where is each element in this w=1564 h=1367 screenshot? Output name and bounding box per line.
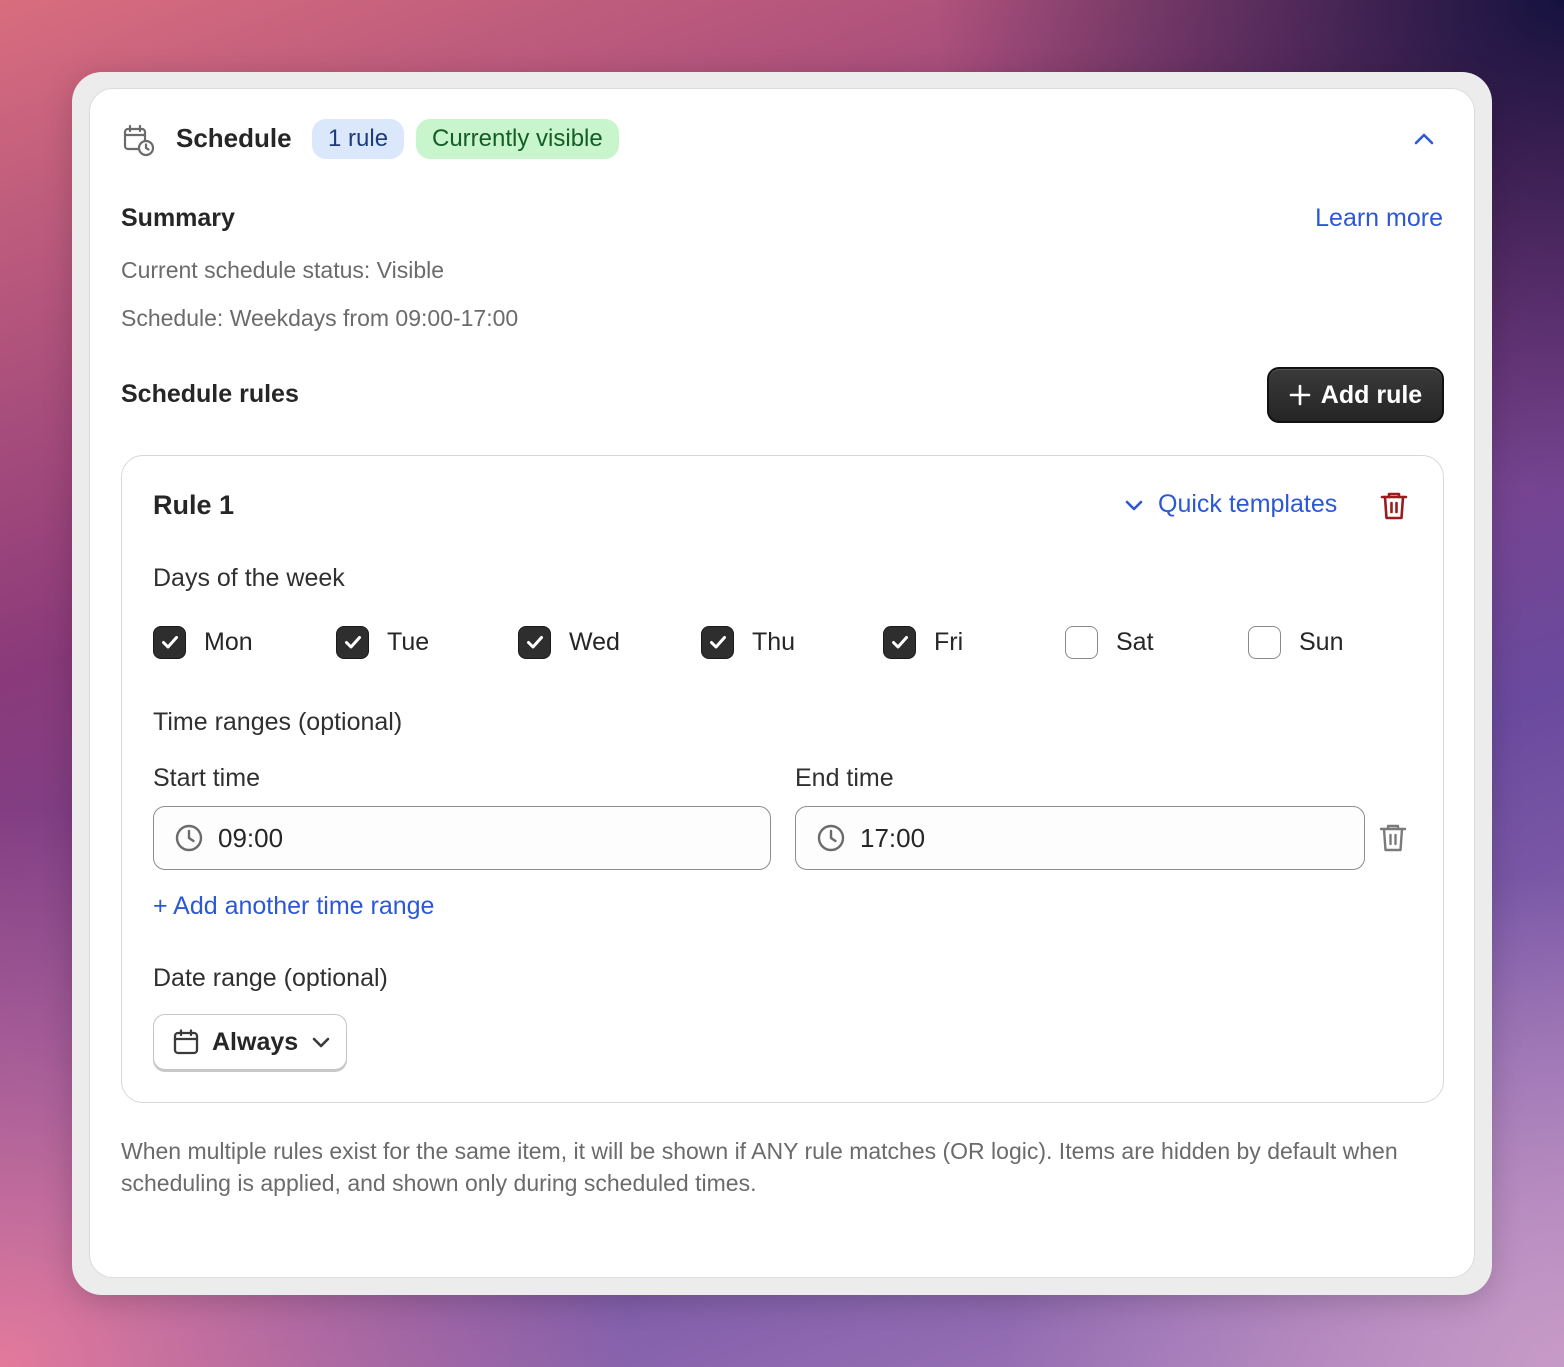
day-label: Sat <box>1116 627 1154 656</box>
checkbox[interactable] <box>1065 625 1098 659</box>
checkbox[interactable] <box>1248 625 1281 659</box>
start-time-input[interactable]: 09:00 <box>153 806 771 870</box>
add-rule-button[interactable]: Add rule <box>1267 367 1444 423</box>
day-label: Wed <box>569 627 620 656</box>
clock-icon <box>817 824 845 852</box>
chevron-down-icon <box>1125 500 1143 510</box>
add-rule-label: Add rule <box>1320 380 1423 409</box>
day-checkbox-sun[interactable]: Sun <box>1248 624 1343 660</box>
start-time-value: 09:00 <box>218 822 284 853</box>
checkbox[interactable] <box>883 625 916 659</box>
day-checkbox-thu[interactable]: Thu <box>701 624 795 660</box>
date-range-label: Date range (optional) <box>153 964 388 992</box>
date-range-value: Always <box>212 1027 299 1056</box>
day-checkbox-sat[interactable]: Sat <box>1065 624 1154 660</box>
schedule-rules-heading: Schedule rules <box>121 380 299 408</box>
checkmark-icon <box>161 636 178 649</box>
day-checkbox-wed[interactable]: Wed <box>518 624 620 660</box>
quick-templates-toggle[interactable]: Quick templates <box>1122 490 1337 519</box>
checkmark-icon <box>526 636 543 649</box>
collapse-chevron-up-icon[interactable] <box>1410 125 1438 153</box>
checkmark-icon <box>709 636 726 649</box>
checkbox[interactable] <box>701 625 734 659</box>
day-label: Tue <box>387 627 430 656</box>
rule-title: Rule 1 <box>153 490 235 520</box>
checkbox[interactable] <box>153 625 186 659</box>
end-time-value: 17:00 <box>860 822 926 853</box>
day-label: Fri <box>934 627 964 656</box>
status-badge: Currently visible <box>416 119 619 159</box>
quick-templates-label: Quick templates <box>1158 490 1338 518</box>
summary-heading: Summary <box>121 204 235 232</box>
panel-frame: Schedule 1 rule Currently visible Summar… <box>72 72 1492 1295</box>
checkmark-icon <box>344 636 361 649</box>
start-time-label: Start time <box>153 764 260 792</box>
date-range-select[interactable]: Always <box>153 1014 347 1070</box>
delete-rule-trash-icon[interactable] <box>1379 490 1409 522</box>
help-footnote: When multiple rules exist for the same i… <box>121 1138 1398 1196</box>
calendar-clock-icon <box>123 124 155 157</box>
chevron-down-icon <box>312 1037 330 1048</box>
schedule-card: Schedule 1 rule Currently visible Summar… <box>89 88 1475 1278</box>
checkbox[interactable] <box>336 625 369 659</box>
checkmark-icon <box>891 636 908 649</box>
day-label: Thu <box>752 627 796 656</box>
day-label: Mon <box>204 627 253 656</box>
plus-icon <box>1289 384 1311 406</box>
day-checkbox-fri[interactable]: Fri <box>883 624 963 660</box>
calendar-icon <box>173 1029 199 1055</box>
day-label: Sun <box>1299 627 1344 656</box>
end-time-label: End time <box>795 764 894 792</box>
time-ranges-label: Time ranges (optional) <box>153 708 403 736</box>
checkbox[interactable] <box>518 625 551 659</box>
schedule-status-text: Current schedule status: Visible <box>121 257 445 283</box>
section-title: Schedule <box>176 123 292 153</box>
end-time-input[interactable]: 17:00 <box>795 806 1365 870</box>
rule-count-badge: 1 rule <box>312 119 405 159</box>
clock-icon <box>175 824 203 852</box>
day-checkbox-tue[interactable]: Tue <box>336 624 429 660</box>
delete-time-range-trash-icon[interactable] <box>1379 822 1407 854</box>
days-of-week-label: Days of the week <box>153 564 345 592</box>
schedule-description-text: Schedule: Weekdays from 09:00-17:00 <box>121 305 519 331</box>
rule-card: Rule 1 Quick templates Days of the week <box>121 455 1444 1103</box>
day-checkbox-mon[interactable]: Mon <box>153 624 253 660</box>
learn-more-link[interactable]: Learn more <box>1315 204 1443 233</box>
add-time-range-link[interactable]: + Add another time range <box>153 892 434 921</box>
